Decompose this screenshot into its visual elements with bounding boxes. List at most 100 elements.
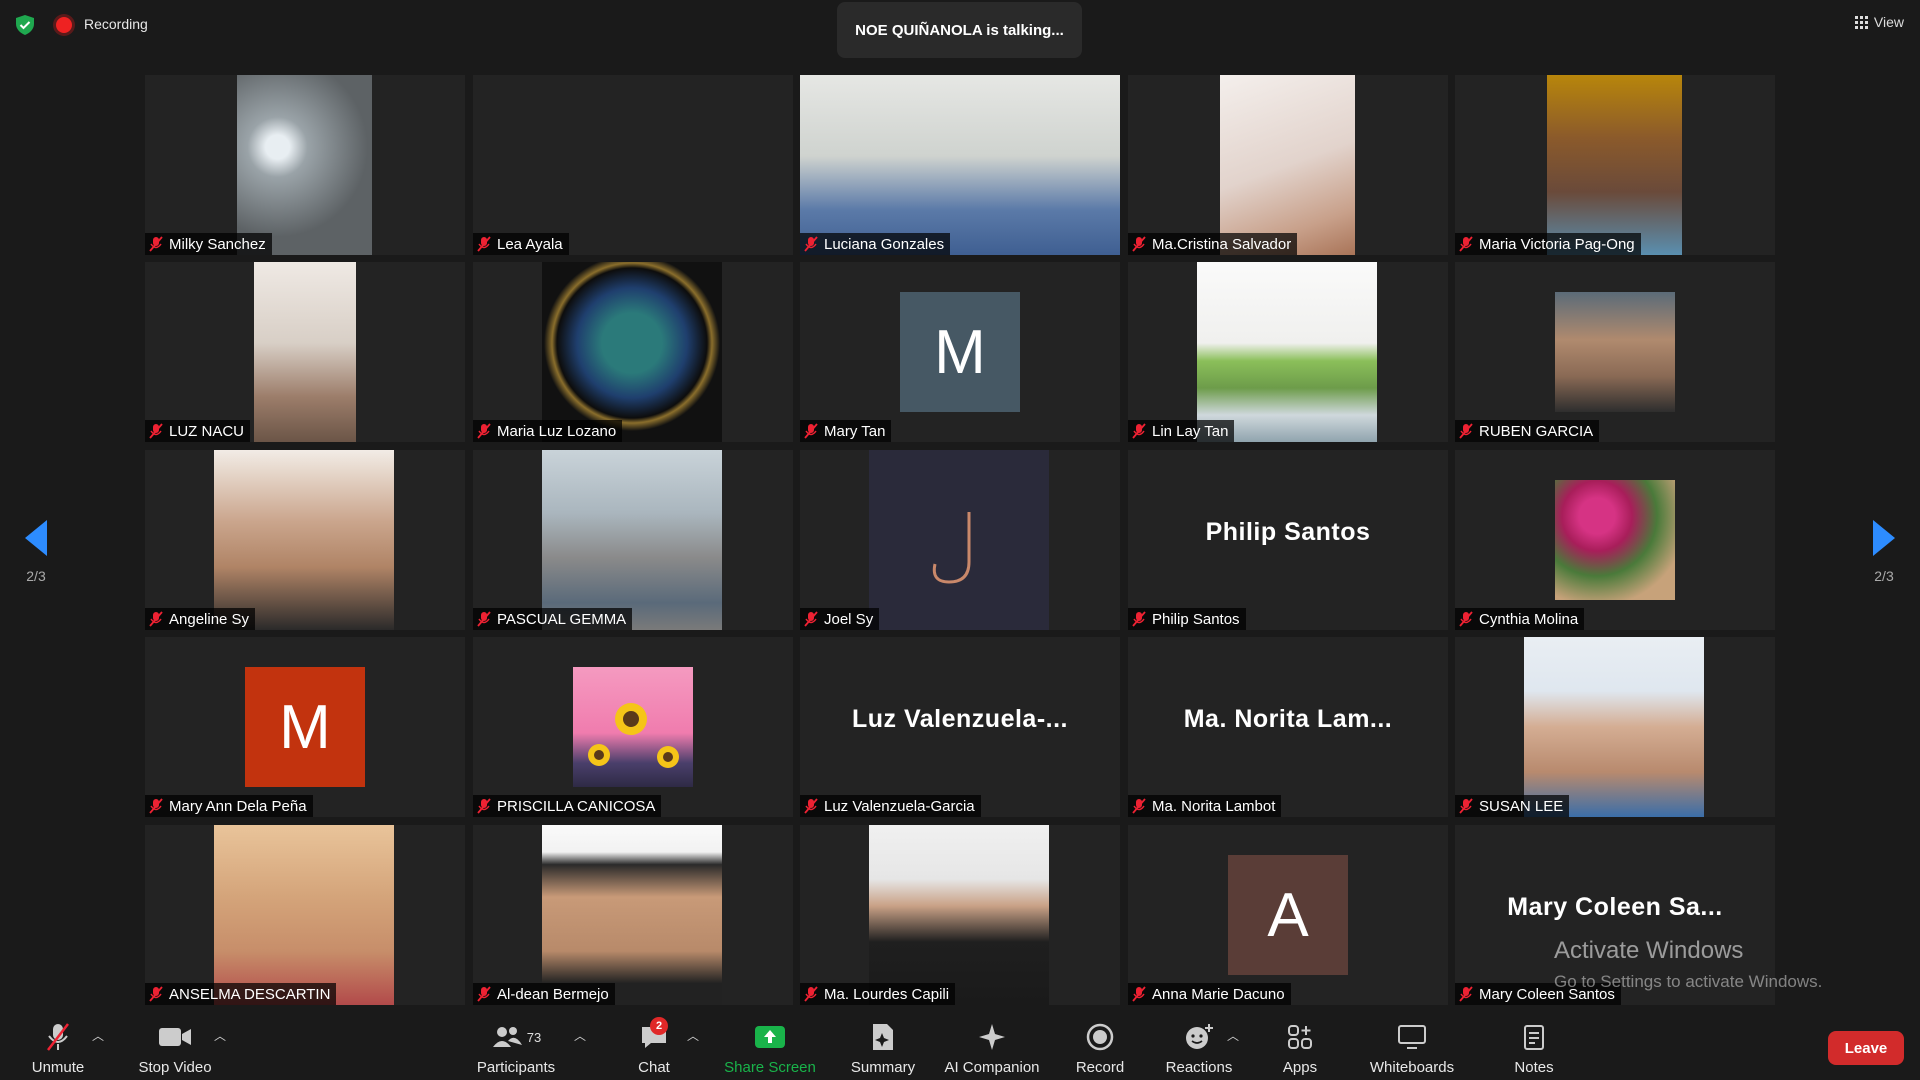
participant-tile[interactable]: Joel Sy	[800, 450, 1120, 630]
record-button[interactable]: Record	[1068, 1021, 1132, 1076]
apps-button[interactable]: Apps	[1270, 1021, 1330, 1076]
muted-mic-icon	[1132, 236, 1146, 252]
arrow-left-icon	[25, 520, 47, 556]
recording-indicator-icon	[56, 17, 72, 33]
participant-name: Milky Sanchez	[169, 235, 266, 253]
participant-display-name: Philip Santos	[1205, 518, 1371, 546]
notes-icon	[1524, 1025, 1544, 1050]
participant-tile[interactable]: A Anna Marie Dacuno	[1128, 825, 1448, 1005]
video-feed	[542, 825, 722, 1005]
page-indicator-left: 2/3	[26, 568, 46, 584]
participant-tile[interactable]: Luciana Gonzales	[800, 75, 1120, 255]
stop-video-button[interactable]: Stop Video	[130, 1021, 220, 1076]
participant-tile[interactable]: LUZ NACU	[145, 262, 465, 442]
unmute-button[interactable]: Unmute	[20, 1021, 96, 1076]
participant-name: Al-dean Bermejo	[497, 985, 609, 1003]
participant-nametag: LUZ NACU	[145, 420, 251, 442]
participant-tile[interactable]: Al-dean Bermejo	[473, 825, 793, 1005]
audio-options-chevron-icon[interactable]: ︿	[92, 1027, 104, 1044]
participant-count: 73	[526, 1029, 542, 1045]
participant-tile[interactable]: PASCUAL GEMMA	[473, 450, 793, 630]
muted-mic-icon	[149, 986, 163, 1002]
record-label: Record	[1075, 1059, 1125, 1076]
participant-tile[interactable]: Milky Sanchez	[145, 75, 465, 255]
video-feed	[869, 825, 1049, 1005]
muted-mic-icon	[149, 423, 163, 439]
muted-mic-icon	[1132, 423, 1146, 439]
unmute-label: Unmute	[31, 1059, 85, 1076]
previous-page-button[interactable]: 2/3	[16, 520, 56, 584]
participant-tile[interactable]: Luz Valenzuela-... Luz Valenzuela-Garcia	[800, 637, 1120, 817]
video-feed	[1197, 262, 1377, 442]
participant-name: Joel Sy	[824, 610, 874, 628]
participant-display-name: Mary Coleen Sa...	[1507, 893, 1723, 921]
leave-button[interactable]: Leave	[1828, 1031, 1904, 1065]
participants-label: Participants	[476, 1059, 556, 1076]
participants-chevron-icon[interactable]: ︿	[574, 1027, 586, 1044]
security-shield-icon[interactable]	[14, 14, 36, 36]
participant-tile[interactable]: ANSELMA DESCARTIN	[145, 825, 465, 1005]
reaction-smiley-icon	[1186, 1024, 1213, 1049]
participant-nametag: Joel Sy	[800, 608, 880, 630]
participant-tile[interactable]: Maria Victoria Pag-Ong	[1455, 75, 1775, 255]
video-feed	[237, 75, 372, 255]
view-button[interactable]: View	[1854, 14, 1904, 30]
participant-tile[interactable]: Lea Ayala	[473, 75, 793, 255]
participant-nametag: SUSAN LEE	[1455, 795, 1570, 817]
share-screen-button[interactable]: Share Screen	[720, 1021, 820, 1076]
meeting-toolbar: Unmute ︿ Stop Video ︿ 73 Participants ︿ …	[0, 1013, 1920, 1080]
muted-mic-icon	[477, 986, 491, 1002]
participants-button[interactable]: 73 Participants	[468, 1021, 564, 1076]
participant-tile[interactable]: Maria Luz Lozano	[473, 262, 793, 442]
video-feed	[1555, 480, 1675, 600]
participant-tile[interactable]: RUBEN GARCIA	[1455, 262, 1775, 442]
whiteboards-button[interactable]: Whiteboards	[1362, 1021, 1462, 1076]
participant-nametag: Anna Marie Dacuno	[1128, 983, 1291, 1005]
muted-mic-icon	[149, 611, 163, 627]
active-speaker-banner: NOE QUIÑANOLA is talking...	[837, 2, 1082, 58]
summary-button[interactable]: Summary	[842, 1021, 924, 1076]
participant-tile[interactable]: Ma. Lourdes Capili	[800, 825, 1120, 1005]
chat-label: Chat	[638, 1059, 670, 1076]
reactions-chevron-icon[interactable]: ︿	[1227, 1027, 1239, 1044]
participant-tile[interactable]: Cynthia Molina	[1455, 450, 1775, 630]
participant-tile[interactable]: PRISCILLA CANICOSA	[473, 637, 793, 817]
view-label: View	[1873, 14, 1904, 30]
notes-button[interactable]: Notes	[1504, 1021, 1564, 1076]
ai-companion-button[interactable]: AI Companion	[940, 1021, 1044, 1076]
participant-nametag: Ma. Norita Lambot	[1128, 795, 1282, 817]
video-feed	[573, 667, 693, 787]
chat-chevron-icon[interactable]: ︿	[687, 1027, 699, 1044]
participant-nametag: Maria Luz Lozano	[473, 420, 623, 442]
recording-label: Recording	[84, 16, 148, 32]
grid-view-icon	[1854, 15, 1868, 29]
participant-tile[interactable]: Angeline Sy	[145, 450, 465, 630]
video-feed	[800, 75, 1120, 255]
participant-tile[interactable]: Ma. Norita Lam... Ma. Norita Lambot	[1128, 637, 1448, 817]
participant-nametag: Maria Victoria Pag-Ong	[1455, 233, 1641, 255]
activate-windows-subtitle: Go to Settings to activate Windows.	[1554, 972, 1823, 991]
participant-name: Lin Lay Tan	[1152, 422, 1229, 440]
whiteboards-label: Whiteboards	[1369, 1059, 1455, 1076]
page-indicator-right: 2/3	[1874, 568, 1894, 584]
participant-tile[interactable]: Ma.Cristina Salvador	[1128, 75, 1448, 255]
participant-tile[interactable]: Lin Lay Tan	[1128, 262, 1448, 442]
muted-mic-icon	[477, 611, 491, 627]
participant-nametag: Ma.Cristina Salvador	[1128, 233, 1298, 255]
video-feed	[214, 450, 394, 630]
participant-nametag: PASCUAL GEMMA	[473, 608, 633, 630]
participant-name: Luciana Gonzales	[824, 235, 945, 253]
reactions-label: Reactions	[1165, 1059, 1233, 1076]
participant-name: Ma. Norita Lambot	[1152, 797, 1276, 815]
participant-tile[interactable]: SUSAN LEE	[1455, 637, 1775, 817]
video-options-chevron-icon[interactable]: ︿	[214, 1027, 226, 1044]
next-page-button[interactable]: 2/3	[1864, 520, 1904, 584]
avatar-letter: M	[934, 317, 986, 387]
participant-tile[interactable]: M Mary Tan	[800, 262, 1120, 442]
chat-button[interactable]: 2 Chat	[624, 1017, 684, 1076]
participant-tile[interactable]: Philip Santos Philip Santos	[1128, 450, 1448, 630]
share-screen-icon	[755, 1026, 785, 1048]
participant-tile[interactable]: M Mary Ann Dela Peña	[145, 637, 465, 817]
participant-nametag: RUBEN GARCIA	[1455, 420, 1600, 442]
record-icon	[1086, 1023, 1114, 1051]
